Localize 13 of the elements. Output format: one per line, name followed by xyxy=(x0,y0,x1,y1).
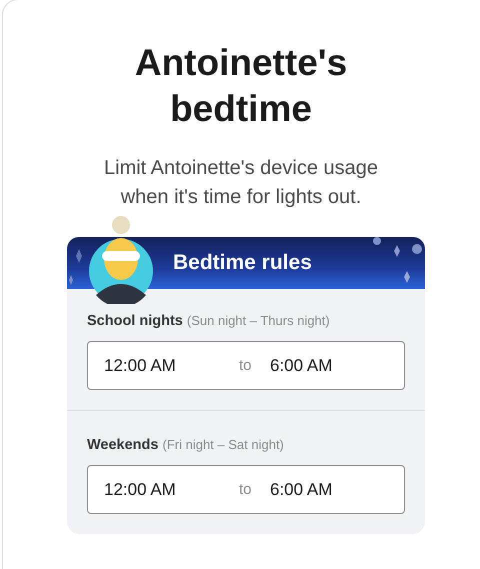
section-title: Bedtime rules xyxy=(173,251,312,275)
start-time[interactable]: 12:00 AM xyxy=(104,356,239,376)
separator-label: to xyxy=(239,357,253,374)
end-time[interactable]: 6:00 AM xyxy=(270,356,380,376)
page-description: Limit Antoinette's device usage when it's time for lights out. xyxy=(103,156,379,210)
time-range-field[interactable]: 12:00 AM to 6:00 AM xyxy=(87,341,405,390)
rule-label: Weekends (Fri night – Sat night) xyxy=(87,436,285,455)
time-range-field[interactable]: 12:00 AM to 6:00 AM xyxy=(87,465,405,514)
rule-label: School nights (Sun night – Thurs night) xyxy=(87,312,331,331)
start-time[interactable]: 12:00 AM xyxy=(104,480,239,500)
page-title: Antoinette's bedtime xyxy=(134,41,348,131)
separator-label: to xyxy=(239,481,253,498)
end-time[interactable]: 6:00 AM xyxy=(270,480,380,500)
